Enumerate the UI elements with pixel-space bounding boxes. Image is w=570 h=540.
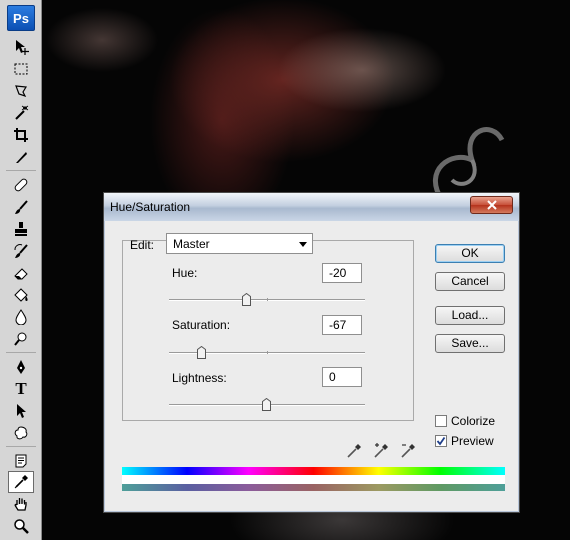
hue-saturation-dialog: Hue/Saturation Edit: Master Hue: -20 Sat…	[103, 192, 520, 513]
preview-label: Preview	[451, 434, 494, 448]
eyedropper-icon[interactable]	[345, 442, 363, 460]
history-brush-icon[interactable]	[8, 240, 34, 262]
type-tool-label: T	[15, 379, 27, 398]
save-button[interactable]: Save...	[435, 334, 505, 353]
saturation-input[interactable]: -67	[322, 315, 362, 335]
bucket-icon[interactable]	[8, 284, 34, 306]
colorize-label: Colorize	[451, 414, 496, 428]
lasso-icon[interactable]	[8, 80, 34, 102]
crop-icon[interactable]	[8, 124, 34, 146]
hue-label: Hue:	[172, 266, 198, 280]
photoshop-logo[interactable]: Ps	[7, 5, 35, 31]
stamp-icon[interactable]	[8, 218, 34, 240]
notes-icon[interactable]	[8, 450, 34, 472]
hue-bar-separator	[122, 475, 505, 484]
dialog-titlebar[interactable]: Hue/Saturation	[104, 193, 519, 221]
zoom-icon[interactable]	[8, 515, 34, 537]
checkmark-icon	[436, 436, 446, 446]
eraser-icon[interactable]	[8, 262, 34, 284]
ok-button[interactable]: OK	[435, 244, 505, 263]
chevron-down-icon	[299, 242, 307, 247]
shape-icon[interactable]	[8, 422, 34, 444]
saturation-label: Saturation:	[172, 318, 231, 332]
type-icon[interactable]: T	[8, 378, 34, 400]
blur-icon[interactable]	[8, 306, 34, 328]
edit-dropdown-value: Master	[173, 237, 210, 251]
load-button[interactable]: Load...	[435, 306, 505, 325]
saturation-slider[interactable]	[169, 346, 365, 359]
arrow-icon[interactable]	[8, 400, 34, 422]
output-hue-bar	[122, 484, 505, 491]
eyedropper-minus-icon[interactable]	[399, 442, 417, 460]
bandage-icon[interactable]	[8, 174, 34, 196]
lightness-label: Lightness:	[172, 371, 227, 385]
colorize-option[interactable]: Colorize	[435, 414, 495, 428]
preview-checkbox[interactable]	[435, 435, 447, 447]
dialog-body: Edit: Master Hue: -20 Saturation: -67 Li…	[110, 221, 513, 506]
edit-dropdown[interactable]: Master	[166, 233, 313, 254]
close-icon	[486, 200, 497, 210]
tools-panel: Ps T	[0, 0, 42, 540]
preview-option[interactable]: Preview	[435, 434, 494, 448]
lightness-slider-thumb[interactable]	[262, 398, 271, 411]
input-hue-bar	[122, 467, 505, 475]
move-icon[interactable]	[8, 36, 34, 58]
dialog-title: Hue/Saturation	[110, 200, 191, 214]
adjustment-group	[122, 240, 414, 421]
dodge-icon[interactable]	[8, 328, 34, 350]
close-button[interactable]	[470, 196, 513, 214]
lightness-input[interactable]: 0	[322, 367, 362, 387]
hand-icon[interactable]	[8, 493, 34, 515]
edit-label: Edit:	[130, 238, 155, 252]
hue-slider-thumb[interactable]	[242, 293, 251, 306]
brush-icon[interactable]	[8, 196, 34, 218]
slice-icon[interactable]	[8, 146, 34, 168]
magic-wand-icon[interactable]	[8, 102, 34, 124]
cancel-button[interactable]: Cancel	[435, 272, 505, 291]
eyedropper-plus-icon[interactable]	[372, 442, 390, 460]
marquee-icon[interactable]	[8, 58, 34, 80]
hue-input[interactable]: -20	[322, 263, 362, 283]
pen-icon[interactable]	[8, 356, 34, 378]
lightness-slider[interactable]	[169, 398, 365, 411]
eyedropper-icon[interactable]	[8, 471, 34, 493]
saturation-slider-thumb[interactable]	[197, 346, 206, 359]
hue-slider[interactable]	[169, 293, 365, 306]
colorize-checkbox[interactable]	[435, 415, 447, 427]
